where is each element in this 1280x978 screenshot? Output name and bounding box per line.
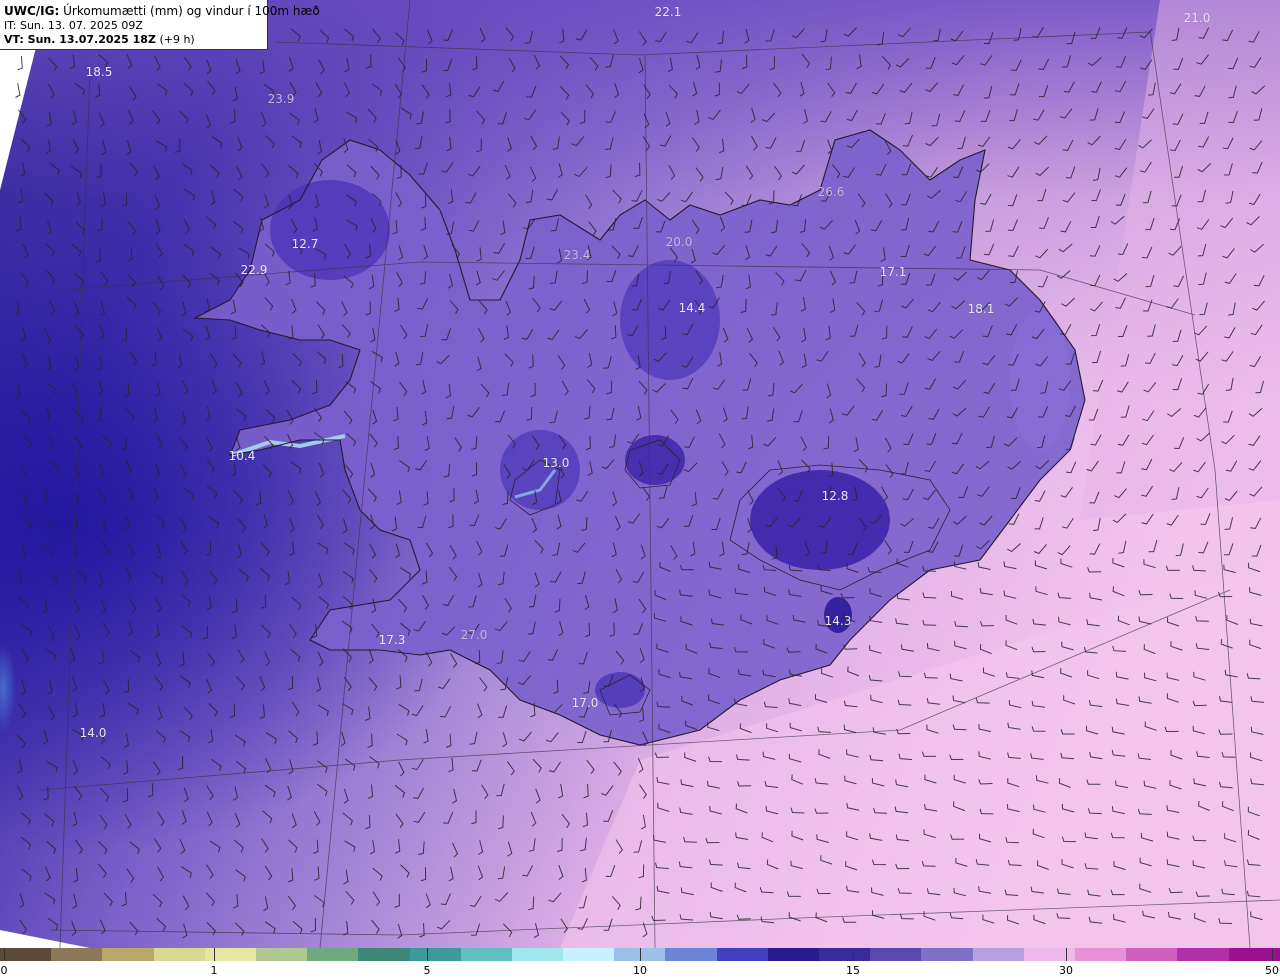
colorbar-segment: [665, 948, 717, 961]
colorbar-segment: [204, 948, 256, 961]
temperature-label: 12.8: [821, 489, 849, 503]
temperature-label: 18.1: [967, 302, 995, 316]
colorbar-label: 1: [210, 964, 218, 977]
map-info-box: UWC/IG: Úrkomumætti (mm) og vindur í 100…: [0, 0, 320, 50]
temperature-label: 14.4: [678, 301, 706, 315]
colorbar-segment: [767, 948, 819, 961]
colorbar-segment: [972, 948, 1024, 961]
initial-time: IT: Sun. 13. 07. 2025 09Z: [4, 19, 143, 32]
colorbar-label: 10: [633, 964, 647, 977]
colorbar-segment: [0, 948, 52, 961]
colorbar-segment: [153, 948, 205, 961]
temperature-label: 14.0: [79, 726, 107, 740]
temperature-label: 21.0: [1183, 11, 1211, 25]
temperature-label: 22.9: [240, 263, 268, 277]
colorbar-segment: [1074, 948, 1127, 961]
colorbar-segment: [1126, 948, 1178, 961]
colorbar-segment: [255, 948, 308, 961]
colorbar-tick: [1272, 948, 1273, 961]
colorbar-label: 15: [846, 964, 860, 977]
colorbar-segment: [921, 948, 973, 961]
temperature-label: 14.3: [824, 614, 852, 628]
map-canvas: [0, 0, 1280, 948]
colorbar-tick: [640, 948, 641, 961]
colorbar-segment: [819, 948, 871, 961]
map-title-line: UWC/IG: Úrkomumætti (mm) og vindur í 100…: [4, 3, 320, 19]
colorbar-segment: [51, 948, 103, 961]
temperature-label: 22.1: [654, 5, 682, 19]
colorbar-label: 5: [423, 964, 431, 977]
colorbar-segment: [358, 948, 410, 961]
colorbar: 0 1 5 10 15 30 50: [0, 948, 1280, 978]
temperature-label: 17.3: [378, 633, 406, 647]
colorbar-label: 30: [1059, 964, 1073, 977]
colorbar-segment: [511, 948, 564, 961]
temperature-label: 27.0: [460, 628, 488, 642]
colorbar-segment: [716, 948, 768, 961]
colorbar-tick: [427, 948, 428, 961]
colorbar-segment: [409, 948, 461, 961]
colorbar-segment: [460, 948, 512, 961]
colorbar-segment: [1023, 948, 1075, 961]
valid-time: VT: Sun. 13.07.2025 18Z: [4, 33, 156, 46]
temperature-label: 13.0: [542, 456, 570, 470]
weather-map: 22.1 21.0 18.5 23.9 12.7 22.9 26.6 20.0 17.1 18.1…: [0, 0, 1280, 948]
colorbar-segment: [102, 948, 154, 961]
temperature-label: 17.1: [879, 265, 907, 279]
temperature-label: 17.0: [571, 696, 599, 710]
temperature-label: 20.0: [665, 235, 693, 249]
temperature-label: 23.9: [267, 92, 295, 106]
temperature-label: 12.7: [291, 237, 319, 251]
forecast-offset: (+9 h): [159, 33, 195, 46]
colorbar-segment: [563, 948, 615, 961]
temperature-label: 26.6: [817, 185, 845, 199]
map-title: Úrkomumætti (mm) og vindur í 100m hæð: [63, 4, 320, 18]
colorbar-segment: [307, 948, 359, 961]
colorbar-tick: [853, 948, 854, 961]
temperature-label: 23.4: [563, 248, 591, 262]
valid-time-line: VT: Sun. 13.07.2025 18Z (+9 h): [4, 33, 263, 47]
colorbar-tick: [4, 948, 5, 961]
temperature-label: 10.4: [228, 449, 256, 463]
colorbar-segment: [1177, 948, 1229, 961]
colorbar-label: 0: [0, 964, 8, 977]
colorbar-tick: [214, 948, 215, 961]
temperature-label: 18.5: [85, 65, 113, 79]
model-tag: UWC/IG:: [4, 4, 60, 18]
colorbar-tick: [1066, 948, 1067, 961]
colorbar-label: 50: [1265, 964, 1279, 977]
colorbar-segment: [870, 948, 922, 961]
